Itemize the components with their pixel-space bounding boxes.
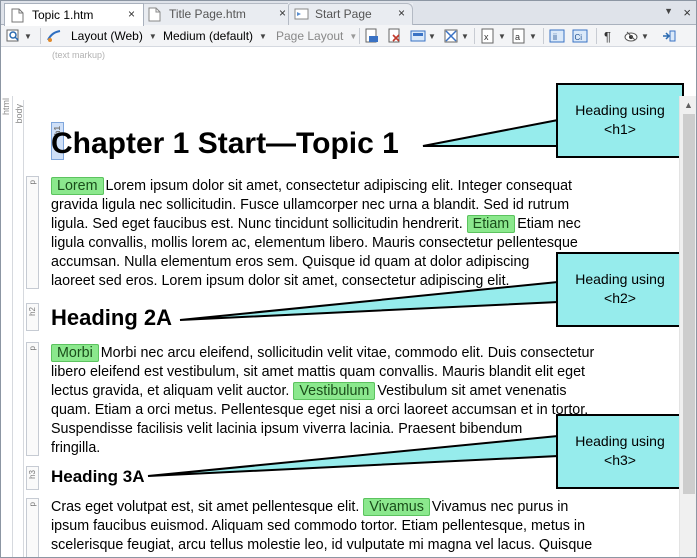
tab-topic-1[interactable]: Topic 1.htm × bbox=[4, 3, 144, 26]
scroll-up-icon[interactable]: ▲ bbox=[684, 100, 693, 110]
close-tab-icon[interactable]: × bbox=[128, 7, 135, 21]
callout-pointer-h2 bbox=[179, 280, 559, 321]
callout-pointer-h1 bbox=[422, 118, 559, 147]
callout-pointer-h3 bbox=[147, 434, 559, 477]
callout-h1: Heading using <h1> bbox=[556, 83, 684, 158]
scrollbar-thumb[interactable] bbox=[683, 114, 695, 494]
callout-h3: Heading using <h3> bbox=[556, 414, 684, 489]
tab-label: Topic 1.htm bbox=[32, 8, 94, 22]
callout-h2: Heading using <h2> bbox=[556, 252, 684, 327]
document-icon bbox=[11, 8, 24, 23]
vertical-scrollbar[interactable]: ▲ bbox=[679, 96, 697, 558]
